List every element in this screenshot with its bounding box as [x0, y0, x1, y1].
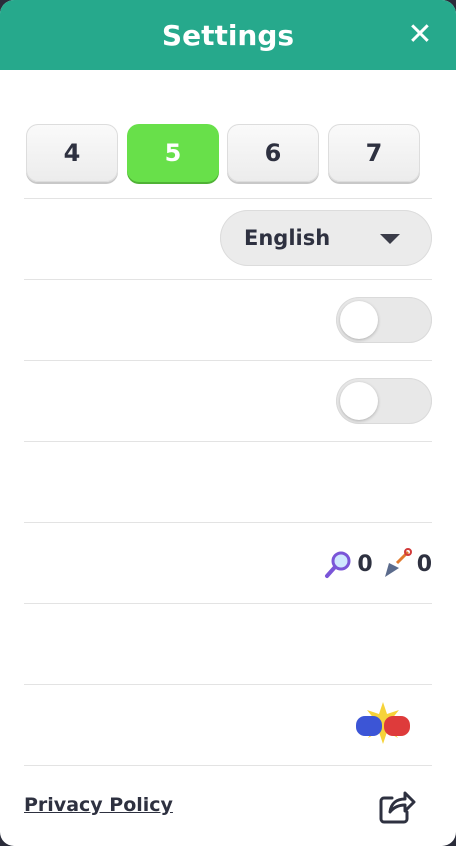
settings-panel: Settings ✕ 4 5 6 7 English 0 0 Privacy P… [0, 0, 456, 846]
level-button-6[interactable]: 6 [227, 124, 319, 182]
toggle-row-2 [24, 360, 432, 442]
level-button-7[interactable]: 7 [328, 124, 420, 182]
language-value: English [244, 226, 331, 250]
magnifier-icon [325, 551, 351, 578]
privacy-policy-link[interactable]: Privacy Policy [24, 794, 173, 816]
close-icon[interactable]: ✕ [406, 20, 434, 50]
level-button-4[interactable]: 4 [26, 124, 118, 182]
share-icon[interactable] [378, 788, 416, 824]
boxing-row [24, 684, 432, 766]
level-selector: 4 5 6 7 [24, 70, 432, 199]
empty-row [24, 603, 432, 685]
language-row: English [24, 198, 432, 280]
language-dropdown[interactable]: English [220, 210, 432, 266]
level-button-5[interactable]: 5 [127, 124, 219, 182]
powerups-row: 0 0 [24, 522, 432, 604]
magnifier-powerup[interactable]: 0 [323, 549, 373, 579]
toggle-switch-1[interactable] [336, 297, 432, 343]
page-title: Settings [161, 18, 295, 52]
shovel-count: 0 [416, 551, 432, 577]
settings-header: Settings ✕ [0, 0, 456, 70]
toggle-knob [340, 382, 378, 420]
toggle-row-1 [24, 279, 432, 361]
toggle-knob [340, 301, 378, 339]
shovel-icon [384, 548, 412, 577]
caret-down-icon [380, 234, 400, 244]
powerups: 0 0 [323, 548, 432, 580]
toggle-switch-2[interactable] [336, 378, 432, 424]
boxing-gloves-icon[interactable] [354, 702, 412, 746]
footer: Privacy Policy [24, 766, 432, 846]
magnifier-count: 0 [357, 551, 373, 577]
shovel-powerup[interactable]: 0 [381, 548, 432, 580]
empty-row [24, 441, 432, 523]
